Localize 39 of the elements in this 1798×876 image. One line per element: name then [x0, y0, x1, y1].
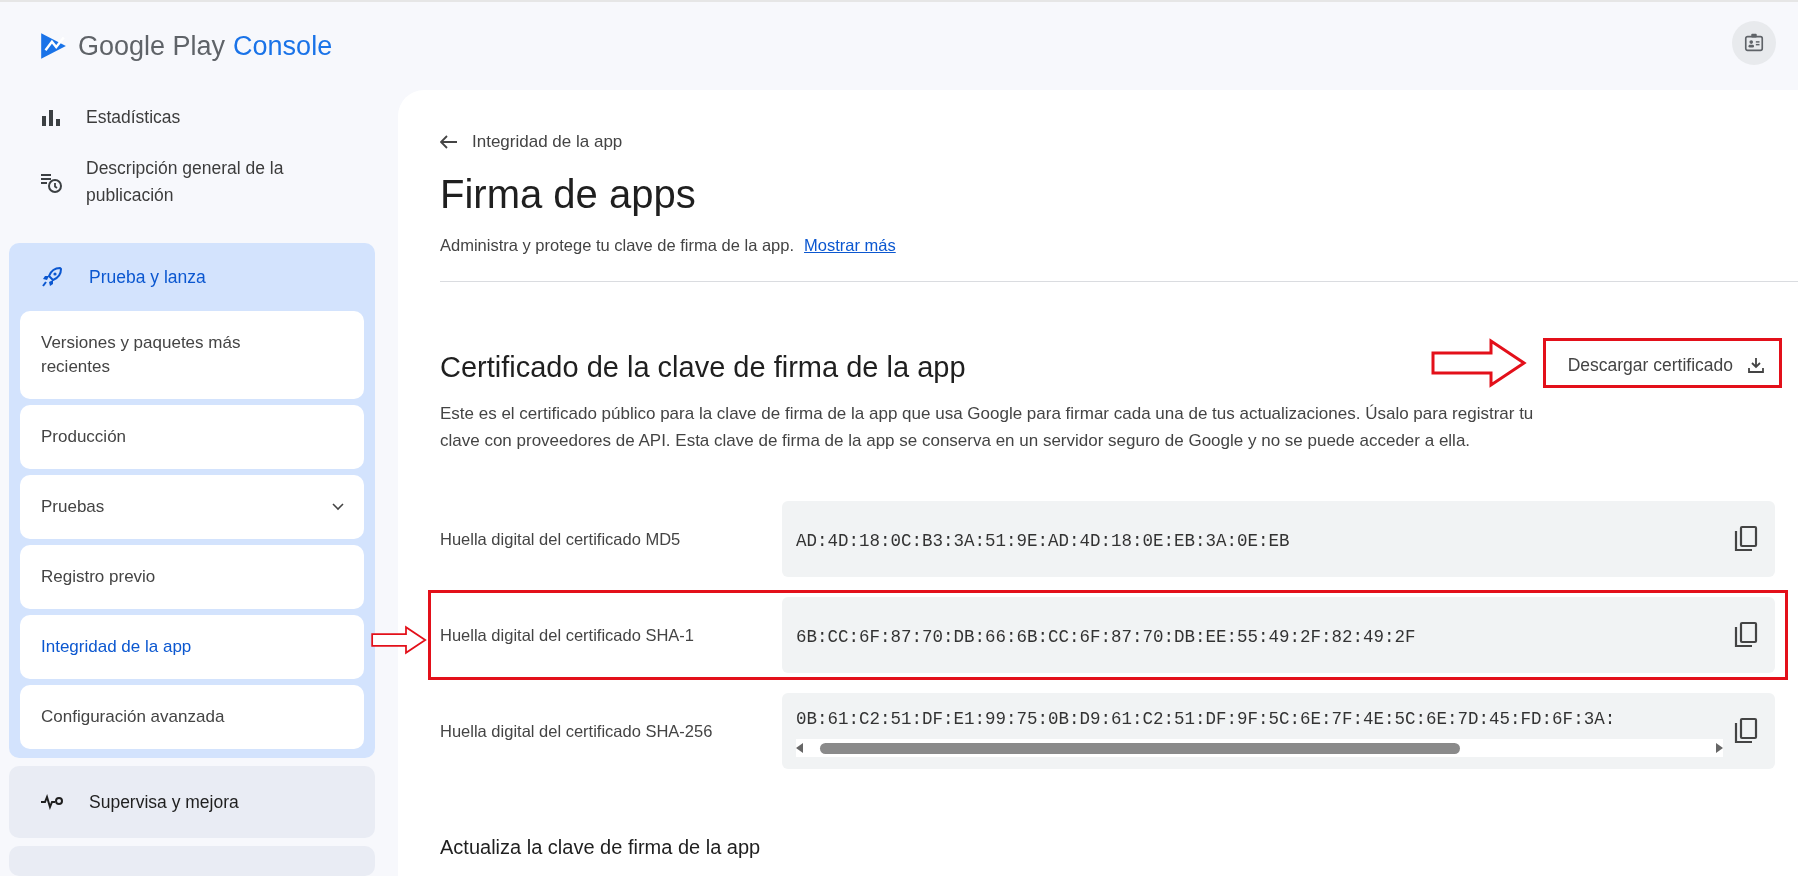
nav-subitem[interactable]: Versiones y paquetes más recientes [20, 311, 364, 399]
nav-subitem[interactable]: Configuración avanzada [20, 685, 364, 749]
nav-item[interactable]: Descripción general de la publicación [9, 147, 375, 217]
fingerprint-value: 0B:61:C2:51:DF:E1:99:75:0B:D9:61:C2:51:DF:9F:5C:6E:7F:4E:5C:6E:7D:45:FD:6F:3A: [796, 709, 1617, 729]
page-description: Administra y protege tu clave de firma de la app. [440, 236, 795, 255]
nav-subitem[interactable]: Integridad de la app [20, 615, 364, 679]
fingerprint-label: Huella digital del certificado SHA-256 [440, 721, 714, 741]
nav-subitem[interactable]: Producción [20, 405, 364, 469]
badge-icon [1743, 32, 1765, 54]
fingerprint-label: Huella digital del certificado MD5 [440, 529, 682, 549]
scroll-left-icon[interactable] [796, 743, 804, 753]
copy-icon [1733, 621, 1759, 649]
account-button[interactable] [1732, 21, 1776, 65]
nav-group-header[interactable]: Supervisa y mejora [20, 766, 364, 838]
show-more-link[interactable]: Mostrar más [804, 236, 896, 255]
copy-icon [1733, 525, 1759, 553]
rocket-icon [40, 265, 64, 289]
copy-icon [1733, 717, 1759, 745]
download-icon [1747, 356, 1765, 374]
fingerprint-value: AD:4D:18:0C:B3:3A:51:9E:AD:4D:18:0E:EB:3A:0E:EB [796, 531, 1291, 551]
fingerprint-value: 6B:CC:6F:87:70:DB:66:6B:CC:6F:87:70:DB:EE:55:49:2F:82:49:2F [796, 627, 1417, 647]
back-arrow-icon [440, 135, 458, 149]
brand-product: Console [233, 30, 333, 62]
nav-subitem[interactable]: Pruebas [20, 475, 364, 539]
section-heading: Certificado de la clave de firma de la app [440, 350, 966, 384]
brand-name: Google Play [78, 30, 226, 62]
section-description: Este es el certificado público para la clave de firma de la app que usa Google para firmar cada una de tus actualizaciones. Úsalo para registrar tu clave con proveedores de API. Esta clave de firma de la app se conserva en un servidor seguro de Google y no se puede acceder a ella. [440, 403, 1535, 452]
back-link[interactable]: Integridad de la app [440, 132, 1798, 152]
page-title: Firma de apps [440, 171, 697, 218]
logo-icon [38, 31, 68, 61]
download-certificate-button[interactable]: Descargar certificado [1542, 338, 1782, 388]
fingerprint-label: Huella digital del certificado SHA-1 [440, 625, 696, 645]
horizontal-scrollbar[interactable] [796, 739, 1723, 757]
nav-group-header[interactable]: Prueba y lanza [20, 243, 364, 311]
section-heading: Actualiza la clave de firma de la app [440, 836, 762, 859]
nav-item[interactable]: Estadísticas [9, 96, 375, 139]
chevron-down-icon [332, 503, 344, 511]
nav-subitem[interactable]: Registro previo [20, 545, 364, 609]
scroll-right-icon[interactable] [1715, 743, 1723, 753]
